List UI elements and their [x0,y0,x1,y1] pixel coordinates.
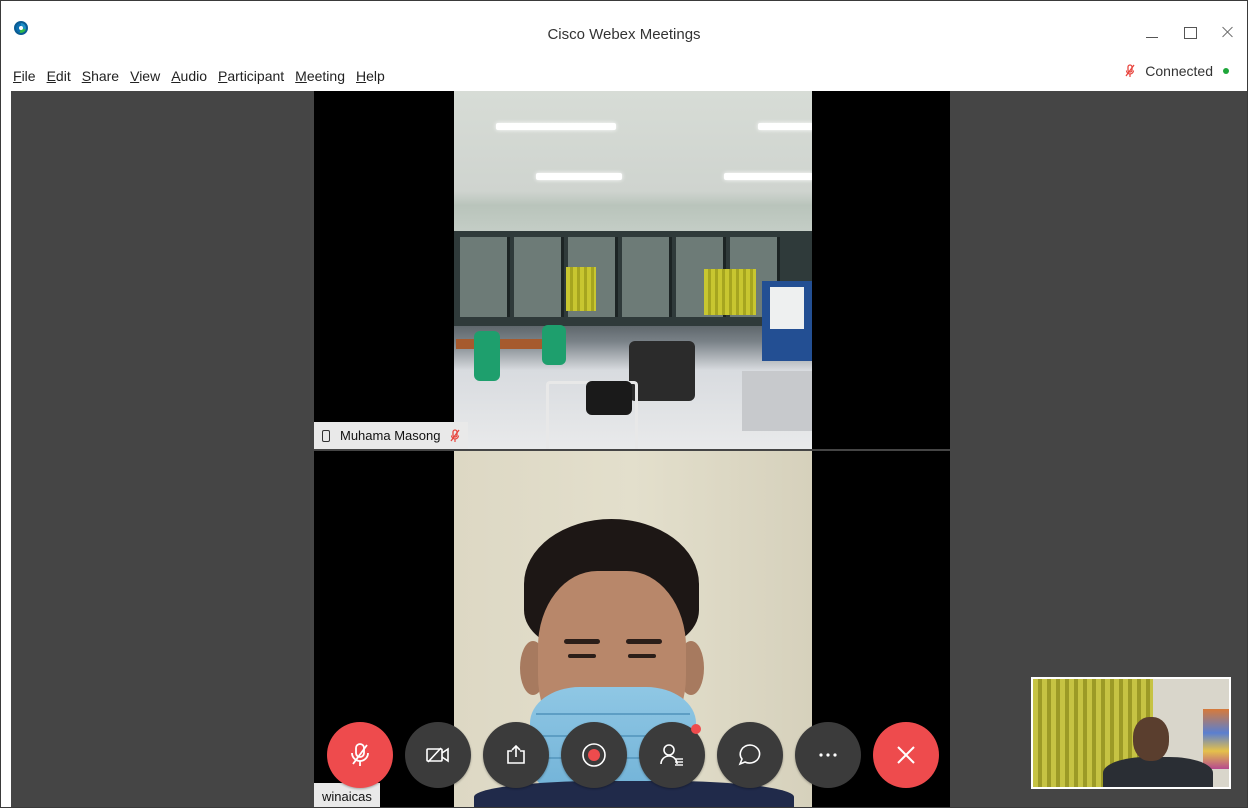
menu-meeting[interactable]: Meeting [295,68,345,84]
more-icon [819,753,837,757]
connection-label: Connected [1145,63,1213,79]
webex-window: Cisco Webex Meetings File Edit Share Vie… [0,0,1248,808]
remote-video-feed [454,91,812,449]
menu-participant[interactable]: Participant [218,68,284,84]
video-tile-remote[interactable]: Muhama Masong [314,91,950,449]
speaker-participant-name: winaicas [322,788,372,804]
mic-muted-icon [450,428,460,443]
remote-name-label: Muhama Masong [314,422,469,449]
close-icon [897,746,915,764]
title-bar: Cisco Webex Meetings [1,1,1247,61]
meeting-stage: Muhama Masong winaicas [11,91,1247,807]
notification-badge [691,724,701,734]
menu-file[interactable]: File [13,68,36,84]
chat-button[interactable] [717,722,783,788]
connection-status: Connected [1125,63,1229,79]
participants-button[interactable] [639,722,705,788]
window-controls [1143,23,1237,41]
mute-button[interactable] [327,722,393,788]
share-button[interactable] [483,722,549,788]
menu-audio[interactable]: Audio [171,68,207,84]
participants-icon [660,744,683,766]
record-icon [582,743,606,767]
chat-icon [738,744,761,766]
menu-bar: File Edit Share View Audio Participant M… [1,61,1247,91]
menu-edit[interactable]: Edit [47,68,71,84]
window-title: Cisco Webex Meetings [547,26,701,43]
meeting-controls [327,722,939,788]
leave-meeting-button[interactable] [873,722,939,788]
more-options-button[interactable] [795,722,861,788]
menu-share[interactable]: Share [82,68,119,84]
video-off-icon [426,747,449,763]
maximize-button[interactable] [1181,23,1199,41]
self-view-video[interactable] [1031,677,1231,789]
menu-view[interactable]: View [130,68,160,84]
stop-video-button[interactable] [405,722,471,788]
connected-dot-icon [1223,68,1229,74]
close-window-button[interactable] [1219,23,1237,41]
mic-muted-icon [351,743,369,766]
record-button[interactable] [561,722,627,788]
share-icon [507,744,525,764]
phone-icon [322,429,330,442]
menu-help[interactable]: Help [356,68,385,84]
mic-muted-icon [1125,64,1135,78]
minimize-button[interactable] [1143,23,1161,41]
remote-participant-name: Muhama Masong [340,428,441,443]
